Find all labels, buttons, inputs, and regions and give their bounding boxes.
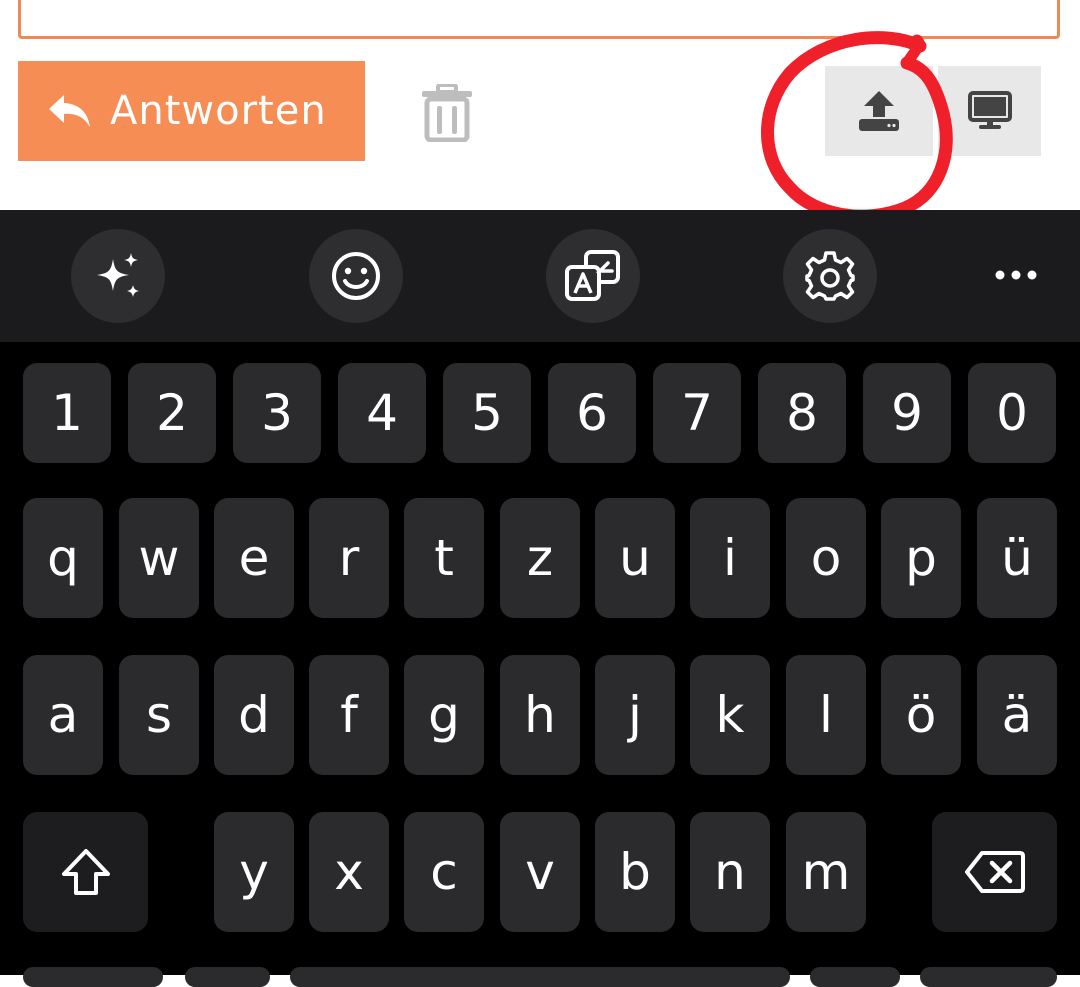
emoji-button[interactable] xyxy=(309,229,403,323)
keyboard: 1 2 3 4 5 6 7 8 9 0 q w e r t z u i o p … xyxy=(0,342,1080,987)
emoji-icon xyxy=(332,252,380,300)
upload-icon xyxy=(859,91,899,131)
monitor-icon xyxy=(967,91,1012,129)
key-1[interactable]: 1 xyxy=(23,363,111,463)
bottom-row-key[interactable] xyxy=(810,967,900,987)
key-h[interactable]: h xyxy=(500,655,580,775)
key-r[interactable]: r xyxy=(309,498,389,618)
key-4[interactable]: 4 xyxy=(338,363,426,463)
key-f[interactable]: f xyxy=(309,655,389,775)
key-e[interactable]: e xyxy=(214,498,294,618)
translate-icon xyxy=(565,250,620,301)
backspace-key[interactable] xyxy=(932,812,1057,932)
screen-share-button[interactable] xyxy=(938,66,1041,156)
message-text-box[interactable] xyxy=(18,0,1060,39)
reply-arrow-icon xyxy=(49,95,90,127)
settings-gear-icon xyxy=(805,251,855,301)
key-q[interactable]: q xyxy=(23,498,103,618)
bottom-row-key[interactable] xyxy=(920,967,1057,987)
key-0[interactable]: 0 xyxy=(968,363,1056,463)
keyboard-toolbar xyxy=(0,210,1080,342)
key-6[interactable]: 6 xyxy=(548,363,636,463)
key-x[interactable]: x xyxy=(309,812,389,932)
web-page-area: Antworten xyxy=(0,0,1080,223)
more-options-button[interactable] xyxy=(984,255,1048,295)
key-d[interactable]: d xyxy=(214,655,294,775)
key-a[interactable]: a xyxy=(23,655,103,775)
key-n[interactable]: n xyxy=(690,812,770,932)
space-bar[interactable] xyxy=(290,967,790,987)
key-oe[interactable]: ö xyxy=(881,655,961,775)
sparkle-ai-icon xyxy=(97,253,139,297)
backspace-icon xyxy=(964,851,1025,893)
ai-writing-button[interactable] xyxy=(71,229,165,323)
reply-button-label: Antworten xyxy=(110,88,327,134)
key-y[interactable]: y xyxy=(214,812,294,932)
key-5[interactable]: 5 xyxy=(443,363,531,463)
key-ae[interactable]: ä xyxy=(977,655,1057,775)
key-3[interactable]: 3 xyxy=(233,363,321,463)
key-j[interactable]: j xyxy=(595,655,675,775)
key-s[interactable]: s xyxy=(119,655,199,775)
key-b[interactable]: b xyxy=(595,812,675,932)
key-8[interactable]: 8 xyxy=(758,363,846,463)
key-i[interactable]: i xyxy=(690,498,770,618)
shift-key[interactable] xyxy=(23,812,148,932)
key-9[interactable]: 9 xyxy=(863,363,951,463)
key-m[interactable]: m xyxy=(786,812,866,932)
shift-icon xyxy=(61,849,110,895)
key-u[interactable]: u xyxy=(595,498,675,618)
key-t[interactable]: t xyxy=(404,498,484,618)
key-l[interactable]: l xyxy=(786,655,866,775)
key-c[interactable]: c xyxy=(404,812,484,932)
bottom-row-key[interactable] xyxy=(185,967,270,987)
key-z[interactable]: z xyxy=(500,498,580,618)
upload-button[interactable] xyxy=(825,66,933,156)
translate-button[interactable] xyxy=(546,229,640,323)
trash-icon[interactable] xyxy=(420,84,474,142)
key-2[interactable]: 2 xyxy=(128,363,216,463)
key-7[interactable]: 7 xyxy=(653,363,741,463)
key-ue[interactable]: ü xyxy=(977,498,1057,618)
key-g[interactable]: g xyxy=(404,655,484,775)
key-v[interactable]: v xyxy=(500,812,580,932)
key-o[interactable]: o xyxy=(786,498,866,618)
more-dots-icon xyxy=(995,270,1037,280)
bottom-row-key[interactable] xyxy=(23,967,163,987)
key-p[interactable]: p xyxy=(881,498,961,618)
settings-button[interactable] xyxy=(783,229,877,323)
reply-button[interactable]: Antworten xyxy=(18,61,365,161)
key-w[interactable]: w xyxy=(119,498,199,618)
key-k[interactable]: k xyxy=(690,655,770,775)
